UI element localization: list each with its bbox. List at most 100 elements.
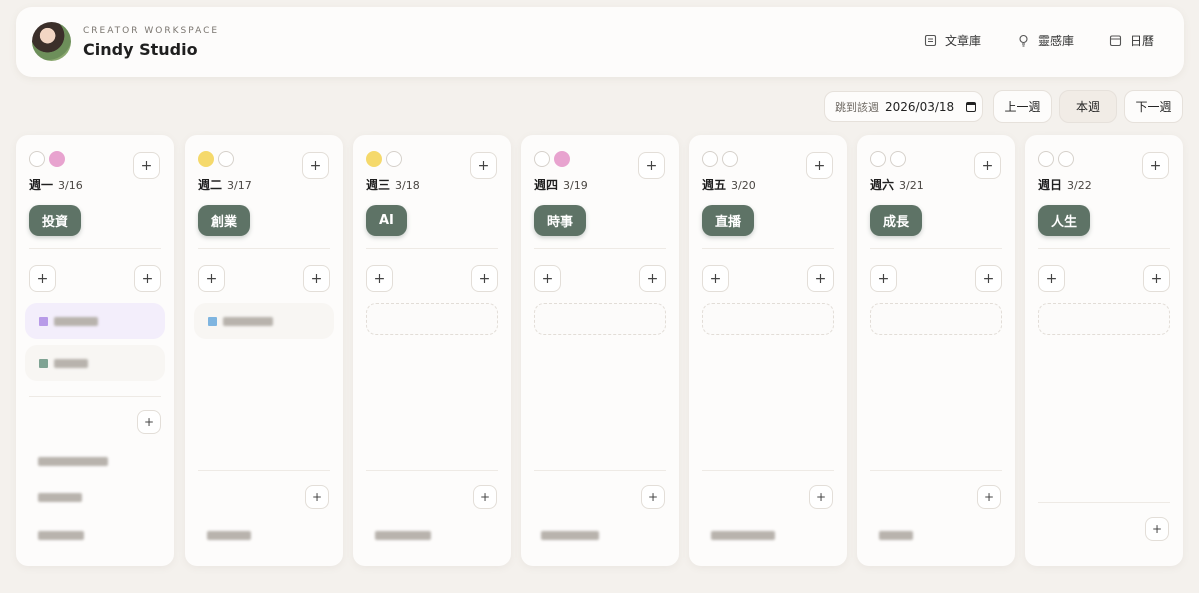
add-right-button[interactable]: +: [975, 265, 1002, 292]
status-dot[interactable]: [366, 151, 382, 167]
day-column-sun: + 週日 3/22 人生 + + +: [1025, 135, 1183, 566]
add-button[interactable]: +: [1145, 517, 1169, 541]
divider: [366, 248, 498, 249]
divider: [366, 470, 498, 471]
add-right-button[interactable]: +: [1143, 265, 1170, 292]
divider: [870, 248, 1002, 249]
card-color-square: [39, 358, 48, 368]
content-card[interactable]: [194, 303, 334, 339]
add-right-button[interactable]: +: [134, 265, 161, 292]
topic-tag[interactable]: 成長: [870, 205, 923, 236]
add-left-button[interactable]: +: [1038, 265, 1065, 292]
empty-drop-slot[interactable]: [1038, 303, 1170, 335]
add-left-button[interactable]: +: [702, 265, 729, 292]
calendar-icon: [1108, 34, 1122, 48]
add-button[interactable]: +: [638, 152, 665, 179]
status-dot[interactable]: [1058, 151, 1074, 167]
add-left-button[interactable]: +: [870, 265, 897, 292]
empty-drop-slot[interactable]: [534, 303, 666, 335]
card-color-square: [39, 316, 48, 326]
status-dot[interactable]: [218, 151, 234, 167]
topic-tag[interactable]: 時事: [534, 205, 587, 236]
add-button[interactable]: +: [977, 485, 1001, 509]
add-button[interactable]: +: [974, 152, 1001, 179]
topic-tag[interactable]: 人生: [1038, 205, 1091, 236]
workspace-header: CREATOR WORKSPACE Cindy Studio 文章庫 靈感庫 日…: [16, 7, 1184, 77]
status-dot[interactable]: [722, 151, 738, 167]
add-button[interactable]: +: [305, 485, 329, 509]
status-dot[interactable]: [1038, 151, 1054, 167]
card-title-blurred: [223, 316, 273, 326]
day-label: 週六 3/21: [870, 178, 924, 192]
lightbulb-icon: [1016, 34, 1030, 48]
divider: [198, 248, 330, 249]
status-dot[interactable]: [890, 151, 906, 167]
card-title-blurred: [54, 358, 88, 368]
add-button[interactable]: +: [470, 152, 497, 179]
add-left-button[interactable]: +: [29, 265, 56, 292]
status-dot[interactable]: [386, 151, 402, 167]
topic-tag[interactable]: 投資: [29, 205, 82, 236]
nav-articles-label: 文章庫: [945, 34, 982, 48]
item-blurred: [207, 531, 251, 540]
divider: [29, 396, 161, 397]
add-button[interactable]: +: [806, 152, 833, 179]
content-card[interactable]: [25, 303, 165, 339]
item-blurred: [38, 493, 82, 502]
add-button[interactable]: +: [1142, 152, 1169, 179]
add-left-button[interactable]: +: [198, 265, 225, 292]
card-title-blurred: [54, 316, 98, 326]
avatar[interactable]: [32, 22, 71, 61]
empty-drop-slot[interactable]: [702, 303, 834, 335]
status-dot[interactable]: [49, 151, 65, 167]
empty-drop-slot[interactable]: [870, 303, 1002, 335]
topic-tag[interactable]: 直播: [702, 205, 755, 236]
day-column-wed: + 週三 3/18 AI + + +: [353, 135, 511, 566]
day-label: 週二 3/17: [198, 178, 252, 192]
divider: [1038, 248, 1170, 249]
status-dot[interactable]: [198, 151, 214, 167]
add-button[interactable]: +: [809, 485, 833, 509]
add-button[interactable]: +: [137, 410, 161, 434]
date-value: 2026/03/18: [885, 99, 955, 114]
item-blurred: [38, 531, 84, 540]
divider: [870, 470, 1002, 471]
empty-drop-slot[interactable]: [366, 303, 498, 335]
status-dot[interactable]: [534, 151, 550, 167]
content-card[interactable]: [25, 345, 165, 381]
divider: [534, 248, 666, 249]
add-button[interactable]: +: [302, 152, 329, 179]
status-dot[interactable]: [702, 151, 718, 167]
prev-week-button[interactable]: 上一週: [993, 90, 1052, 123]
item-blurred: [711, 531, 775, 540]
day-column-mon: + 週一 3/16 投資 + + +: [16, 135, 174, 566]
add-left-button[interactable]: +: [534, 265, 561, 292]
nav-calendar[interactable]: 日曆: [1108, 32, 1154, 49]
topic-tag[interactable]: 創業: [198, 205, 251, 236]
status-dot[interactable]: [554, 151, 570, 167]
topic-tag[interactable]: AI: [366, 205, 407, 236]
add-right-button[interactable]: +: [471, 265, 498, 292]
add-right-button[interactable]: +: [303, 265, 330, 292]
divider: [29, 248, 161, 249]
add-button[interactable]: +: [473, 485, 497, 509]
add-button[interactable]: +: [641, 485, 665, 509]
day-label: 週三 3/18: [366, 178, 420, 192]
status-dot[interactable]: [29, 151, 45, 167]
this-week-button[interactable]: 本週: [1059, 90, 1117, 123]
day-label: 週一 3/16: [29, 178, 83, 192]
next-week-button[interactable]: 下一週: [1124, 90, 1183, 123]
status-dot[interactable]: [870, 151, 886, 167]
add-left-button[interactable]: +: [366, 265, 393, 292]
calendar-picker-icon[interactable]: [966, 101, 977, 112]
workspace-label: CREATOR WORKSPACE: [83, 26, 220, 36]
jump-label: 跳到該週: [835, 100, 879, 114]
add-button[interactable]: +: [133, 152, 160, 179]
add-right-button[interactable]: +: [639, 265, 666, 292]
nav-calendar-label: 日曆: [1130, 34, 1155, 48]
nav-articles[interactable]: 文章庫: [923, 32, 981, 49]
jump-to-week-date-field[interactable]: 跳到該週 2026/03/18: [824, 91, 983, 122]
add-right-button[interactable]: +: [807, 265, 834, 292]
day-column-fri: + 週五 3/20 直播 + + +: [689, 135, 847, 566]
nav-inspiration[interactable]: 靈感庫: [1016, 32, 1074, 49]
